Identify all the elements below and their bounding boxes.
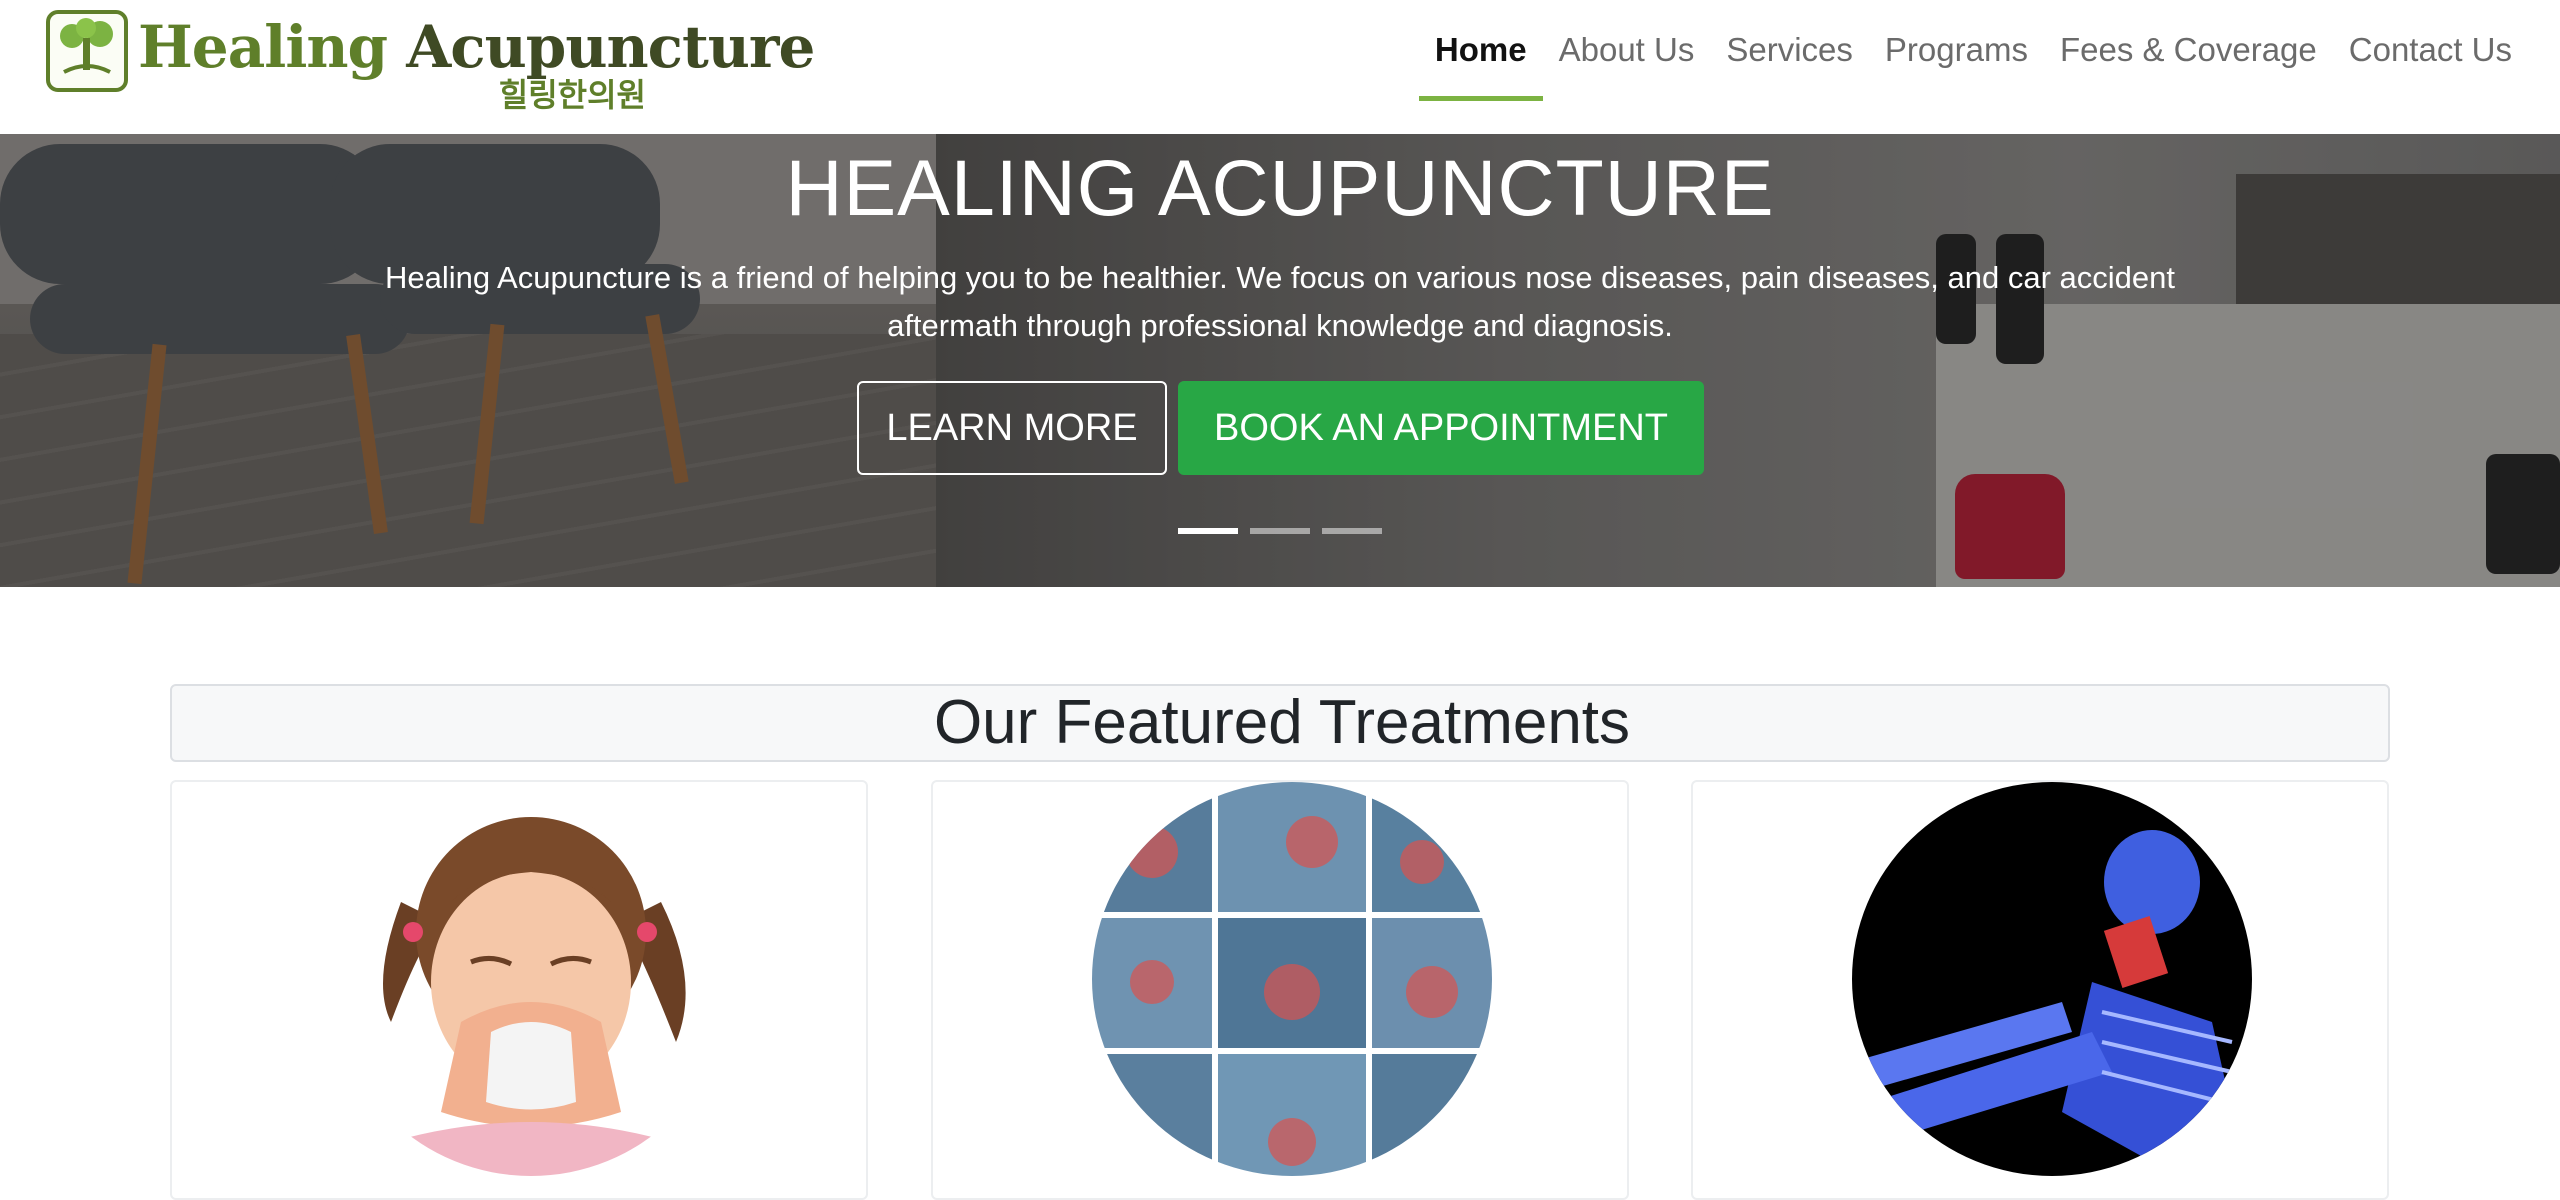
learn-more-button[interactable]: LEARN MORE — [857, 381, 1167, 475]
treatment-card-nose[interactable] — [170, 780, 868, 1200]
featured-heading: Our Featured Treatments — [933, 688, 1631, 757]
main-nav: Home About Us Services Programs Fees & C… — [1418, 0, 2528, 134]
tree-logo-icon — [46, 10, 128, 92]
logo-text: Healing Acupuncture — [138, 12, 815, 82]
nav-services[interactable]: Services — [1710, 0, 1869, 100]
featured-heading-box: Our Featured Treatments — [170, 684, 2390, 762]
logo-korean-text: 힐링한의원 — [498, 76, 646, 114]
nav-home[interactable]: Home — [1418, 0, 1543, 101]
carousel-indicator-1[interactable] — [1178, 528, 1238, 534]
logo[interactable]: Healing Acupuncture 힐링한의원 — [46, 10, 815, 118]
neck-pain-skeleton-image — [1852, 782, 2252, 1176]
hero-title: HEALING ACUPUNCTURE — [785, 143, 1775, 232]
nav-programs[interactable]: Programs — [1869, 0, 2044, 100]
treatment-card-pain[interactable] — [931, 780, 1629, 1200]
carousel-indicator-2[interactable] — [1250, 528, 1310, 534]
sneezing-child-image — [331, 782, 731, 1176]
book-appointment-button[interactable]: BOOK AN APPOINTMENT — [1178, 381, 1704, 475]
hero-carousel: HEALING ACUPUNCTURE Healing Acupuncture … — [0, 134, 2560, 587]
logo-text-healing: Healing — [138, 13, 388, 81]
nav-about-us[interactable]: About Us — [1543, 0, 1711, 100]
nav-fees-coverage[interactable]: Fees & Coverage — [2044, 0, 2333, 100]
nav-contact-us[interactable]: Contact Us — [2333, 0, 2528, 100]
navbar: Healing Acupuncture 힐링한의원 Home About Us … — [0, 0, 2560, 134]
hero-subtitle: Healing Acupuncture is a friend of helpi… — [385, 260, 2175, 343]
carousel-indicator-3[interactable] — [1322, 528, 1382, 534]
treatment-card-neck[interactable] — [1691, 780, 2389, 1200]
joint-pain-collage-image — [1092, 782, 1492, 1176]
